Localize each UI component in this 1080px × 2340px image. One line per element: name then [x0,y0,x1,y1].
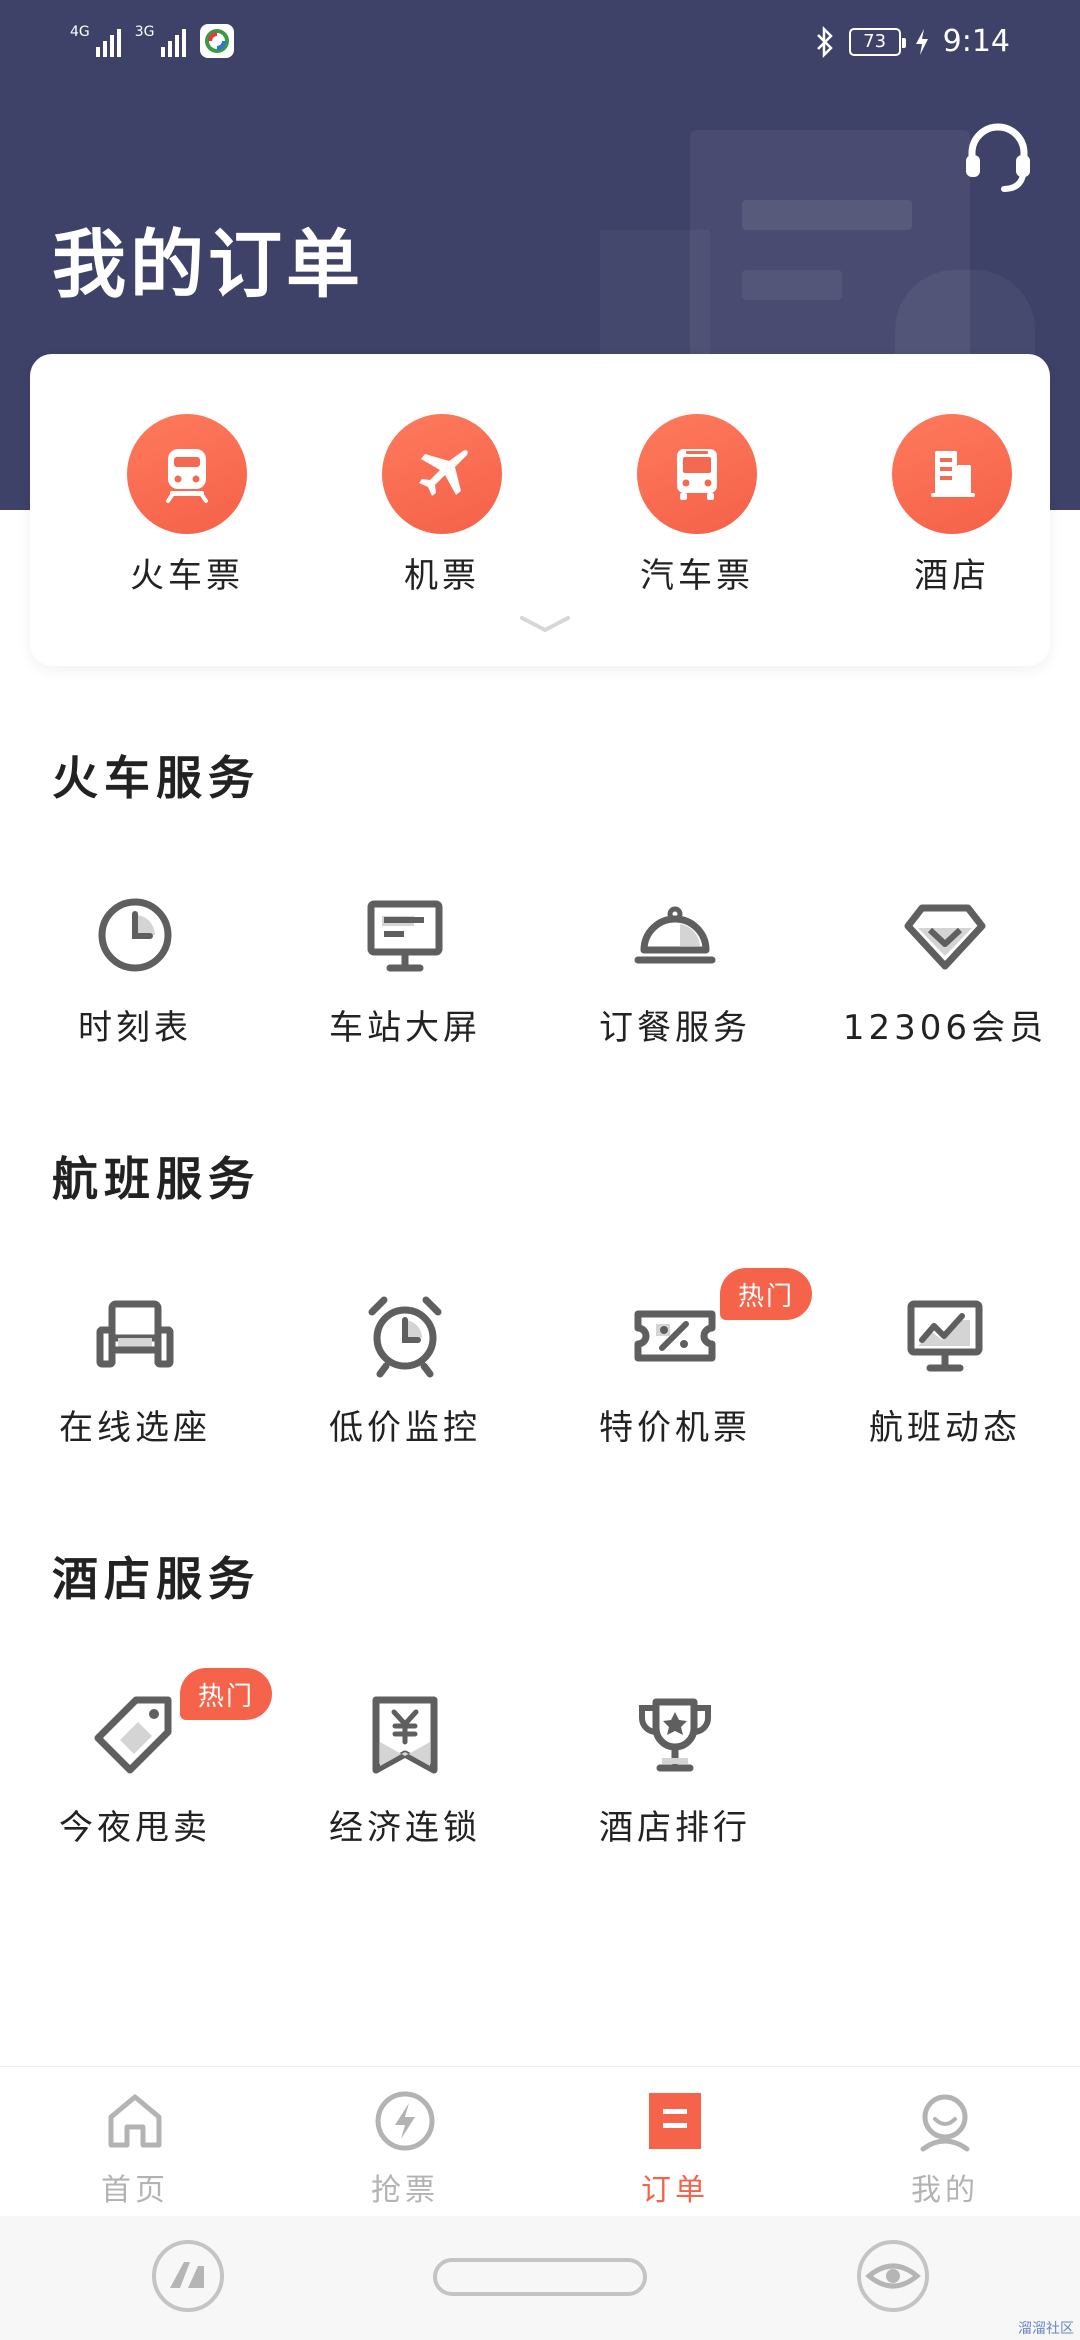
signal-type-label: 3G [134,24,155,40]
bus-icon [677,449,717,500]
charging-icon [915,28,928,55]
service-timetable[interactable]: 时刻表 [25,890,245,1049]
discount-ticket-icon [634,1310,716,1362]
service-label: 低价监控 [329,1408,481,1448]
header-decoration [742,270,842,300]
status-bar-left: 4G 3G [70,24,234,58]
section-title-flight: 航班服务 [52,1152,260,1206]
hotel-icon [931,451,975,497]
status-bar-right: 73 9:14 [815,24,1010,59]
bluetooth-icon [816,25,833,58]
train-icon [166,449,208,503]
category-label: 汽车票 [640,556,754,596]
category-icon-circle [382,414,502,534]
service-label: 车站大屏 [329,1008,481,1048]
yen-bookmark-icon [372,1696,438,1774]
nav-grab-tickets[interactable]: 抢票 [305,2089,505,2209]
home-icon [108,2094,162,2148]
service-meal-order[interactable]: 订餐服务 [565,890,785,1049]
category-bus[interactable]: 汽车票 [607,414,787,597]
price-tag-icon [94,1696,172,1774]
service-station-screen[interactable]: 车站大屏 [295,890,515,1049]
service-label: 在线选座 [59,1408,211,1448]
hot-badge: 热门 [720,1268,812,1320]
service-special-tickets[interactable]: 热门 特价机票 [565,1268,812,1449]
watermark: 溜溜社区 [1018,2321,1074,2337]
status-bar: 4G 3G 73 9:14 [0,0,1080,90]
signal-type-label: 4G [70,24,90,40]
nav-home[interactable]: 首页 [35,2089,235,2209]
service-hotel-ranking[interactable]: 酒店排行 [565,1690,785,1849]
order-icon [649,2093,701,2149]
nav-label: 首页 [101,2173,169,2208]
service-label: 航班动态 [869,1408,1021,1448]
alarm-clock-icon [368,1296,442,1378]
service-label: 订餐服务 [599,1008,751,1048]
trend-monitor-icon [907,1300,983,1372]
monitor-icon [367,900,443,972]
category-icon-circle [127,414,247,534]
category-hotel[interactable]: 酒店 [862,414,1042,597]
eye-comfort-icon[interactable] [855,2238,931,2314]
service-label: 特价机票 [599,1408,751,1448]
clock-icon [98,898,172,972]
nav-profile[interactable]: 我的 [845,2089,1045,2209]
plane-icon [419,450,468,496]
clock-time: 9:14 [942,24,1010,59]
service-label: 经济连锁 [329,1808,481,1848]
seat-icon [96,1300,174,1368]
service-tonight-sale[interactable]: 热门 今夜甩卖 [25,1668,272,1849]
screen: 4G 3G 73 9:14 我的订单 火车票 机票 汽车票 酒店 火车服务 时刻… [0,0,1080,2340]
diamond-icon [904,904,986,970]
service-label: 12306会员 [842,1008,1048,1048]
category-icon-circle [892,414,1012,534]
nav-label: 抢票 [371,2173,439,2208]
service-price-monitor[interactable]: 低价监控 [295,1290,515,1449]
nav-label: 订单 [641,2173,709,2208]
service-flight-status[interactable]: 航班动态 [835,1290,1055,1449]
chevron-down-icon[interactable] [518,612,572,636]
section-title-hotel: 酒店服务 [52,1552,260,1606]
category-flight[interactable]: 机票 [352,414,532,597]
customer-service-icon[interactable] [958,115,1038,195]
category-label: 机票 [404,556,480,596]
signal-strength-icon: 4G [70,25,121,57]
nav-orders[interactable]: 订单 [575,2089,775,2209]
category-label: 酒店 [914,556,990,596]
bottom-nav: 首页 抢票 订单 我的 [0,2066,1080,2216]
signal-strength-icon: 3G [135,25,186,57]
header-decoration [742,200,912,230]
home-gesture-pill[interactable] [433,2258,647,2296]
category-train[interactable]: 火车票 [97,414,277,597]
section-title-train: 火车服务 [52,751,260,805]
food-cloche-icon [634,906,716,964]
service-label: 时刻表 [78,1008,192,1048]
page-title: 我的订单 [52,222,364,308]
category-icon-circle [637,414,757,534]
dock-app-icon[interactable] [150,2238,226,2314]
trophy-icon [639,1698,711,1772]
service-budget-chain[interactable]: 经济连锁 [295,1690,515,1849]
category-card: 火车票 机票 汽车票 酒店 [30,354,1050,666]
service-label: 酒店排行 [599,1808,751,1848]
hot-badge: 热门 [180,1668,272,1720]
profile-icon [920,2094,970,2152]
battery-level: 73 [863,31,887,52]
lightning-icon [375,2091,435,2151]
service-12306-member[interactable]: 12306会员 [835,890,1055,1049]
service-seat-selection[interactable]: 在线选座 [25,1290,245,1449]
service-label: 今夜甩卖 [59,1808,211,1848]
category-label: 火车票 [130,556,244,596]
nav-label: 我的 [911,2173,979,2208]
system-nav-bar: 溜溜社区 [0,2216,1080,2340]
app-notification-icon [199,24,234,58]
battery-icon: 73 [848,27,906,56]
